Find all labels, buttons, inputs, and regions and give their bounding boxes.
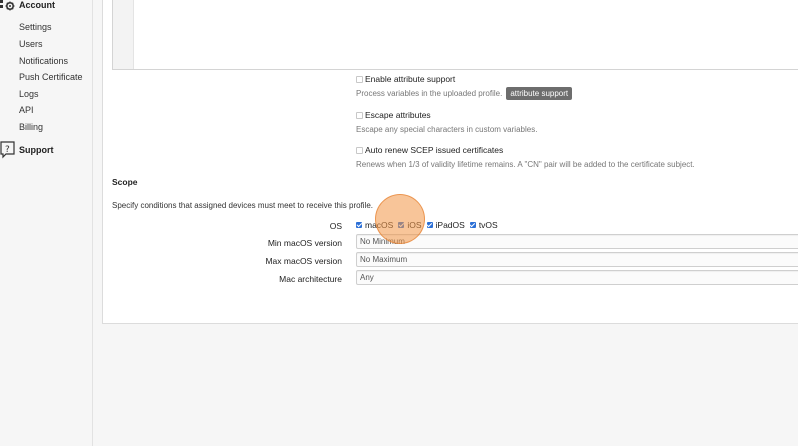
ios-label: iOS: [407, 220, 422, 230]
mac-architecture-select[interactable]: Any: [356, 270, 798, 285]
auto-renew-checkbox[interactable]: [356, 147, 363, 154]
ipados-label: iPadOS: [435, 220, 465, 230]
ios-checkbox[interactable]: [398, 222, 405, 228]
os-option-macos[interactable]: macOS: [356, 220, 393, 230]
os-checkbox-group: macOS iOS iPadOS tvOS: [356, 220, 503, 230]
attribute-support-desc-text: Process variables in the uploaded profil…: [356, 89, 503, 98]
sidebar-item-billing[interactable]: Billing: [19, 122, 43, 132]
sidebar-support-section[interactable]: ? Support: [0, 141, 54, 159]
sidebar-item-users[interactable]: Users: [19, 39, 43, 49]
auto-renew-desc: Renews when 1/3 of validity lifetime rem…: [356, 160, 695, 169]
sidebar-support-heading: Support: [19, 145, 54, 155]
sidebar: Account Settings Users Notifications Pus…: [0, 0, 93, 446]
macos-checkbox[interactable]: [356, 222, 362, 228]
sidebar-item-api[interactable]: API: [19, 105, 34, 115]
support-question-icon: ?: [0, 141, 16, 159]
editor-gutter: [113, 0, 134, 69]
ipados-checkbox[interactable]: [426, 222, 433, 228]
attribute-support-tag: attribute support: [506, 87, 573, 100]
sidebar-item-settings[interactable]: Settings: [19, 22, 52, 32]
scope-heading: Scope: [112, 177, 138, 187]
auto-renew-label: Auto renew SCEP issued certificates: [365, 145, 504, 155]
attribute-support-desc: Process variables in the uploaded profil…: [356, 87, 573, 100]
tvos-label: tvOS: [478, 220, 498, 230]
svg-text:?: ?: [5, 145, 10, 155]
sidebar-item-push-certificate[interactable]: Push Certificate: [19, 72, 83, 82]
tvos-checkbox[interactable]: [469, 222, 476, 228]
attribute-support-checkbox[interactable]: [356, 76, 363, 83]
sidebar-item-notifications[interactable]: Notifications: [19, 56, 68, 66]
sidebar-account-section: Account: [0, 0, 55, 13]
account-gear-icon: [0, 0, 16, 13]
scope-description: Specify conditions that assigned devices…: [112, 201, 374, 210]
os-label: OS: [329, 221, 342, 231]
max-macos-select[interactable]: No Maximum: [356, 252, 798, 267]
min-macos-select[interactable]: No Minimum: [356, 234, 798, 249]
sidebar-account-heading: Account: [19, 0, 55, 10]
max-macos-label: Max macOS version: [265, 256, 342, 266]
os-option-ios[interactable]: iOS: [398, 220, 422, 230]
escape-attributes-desc: Escape any special characters in custom …: [356, 125, 538, 134]
mac-architecture-label: Mac architecture: [279, 274, 342, 284]
os-option-tvos[interactable]: tvOS: [469, 220, 498, 230]
escape-attributes-checkbox[interactable]: [356, 112, 363, 119]
attribute-support-label: Enable attribute support: [365, 74, 456, 84]
macos-label: macOS: [365, 220, 394, 230]
profile-editor[interactable]: [112, 0, 798, 70]
escape-attributes-label: Escape attributes: [365, 110, 431, 120]
sidebar-item-logs[interactable]: Logs: [19, 89, 39, 99]
min-macos-label: Min macOS version: [267, 238, 342, 248]
os-option-ipados[interactable]: iPadOS: [426, 220, 465, 230]
